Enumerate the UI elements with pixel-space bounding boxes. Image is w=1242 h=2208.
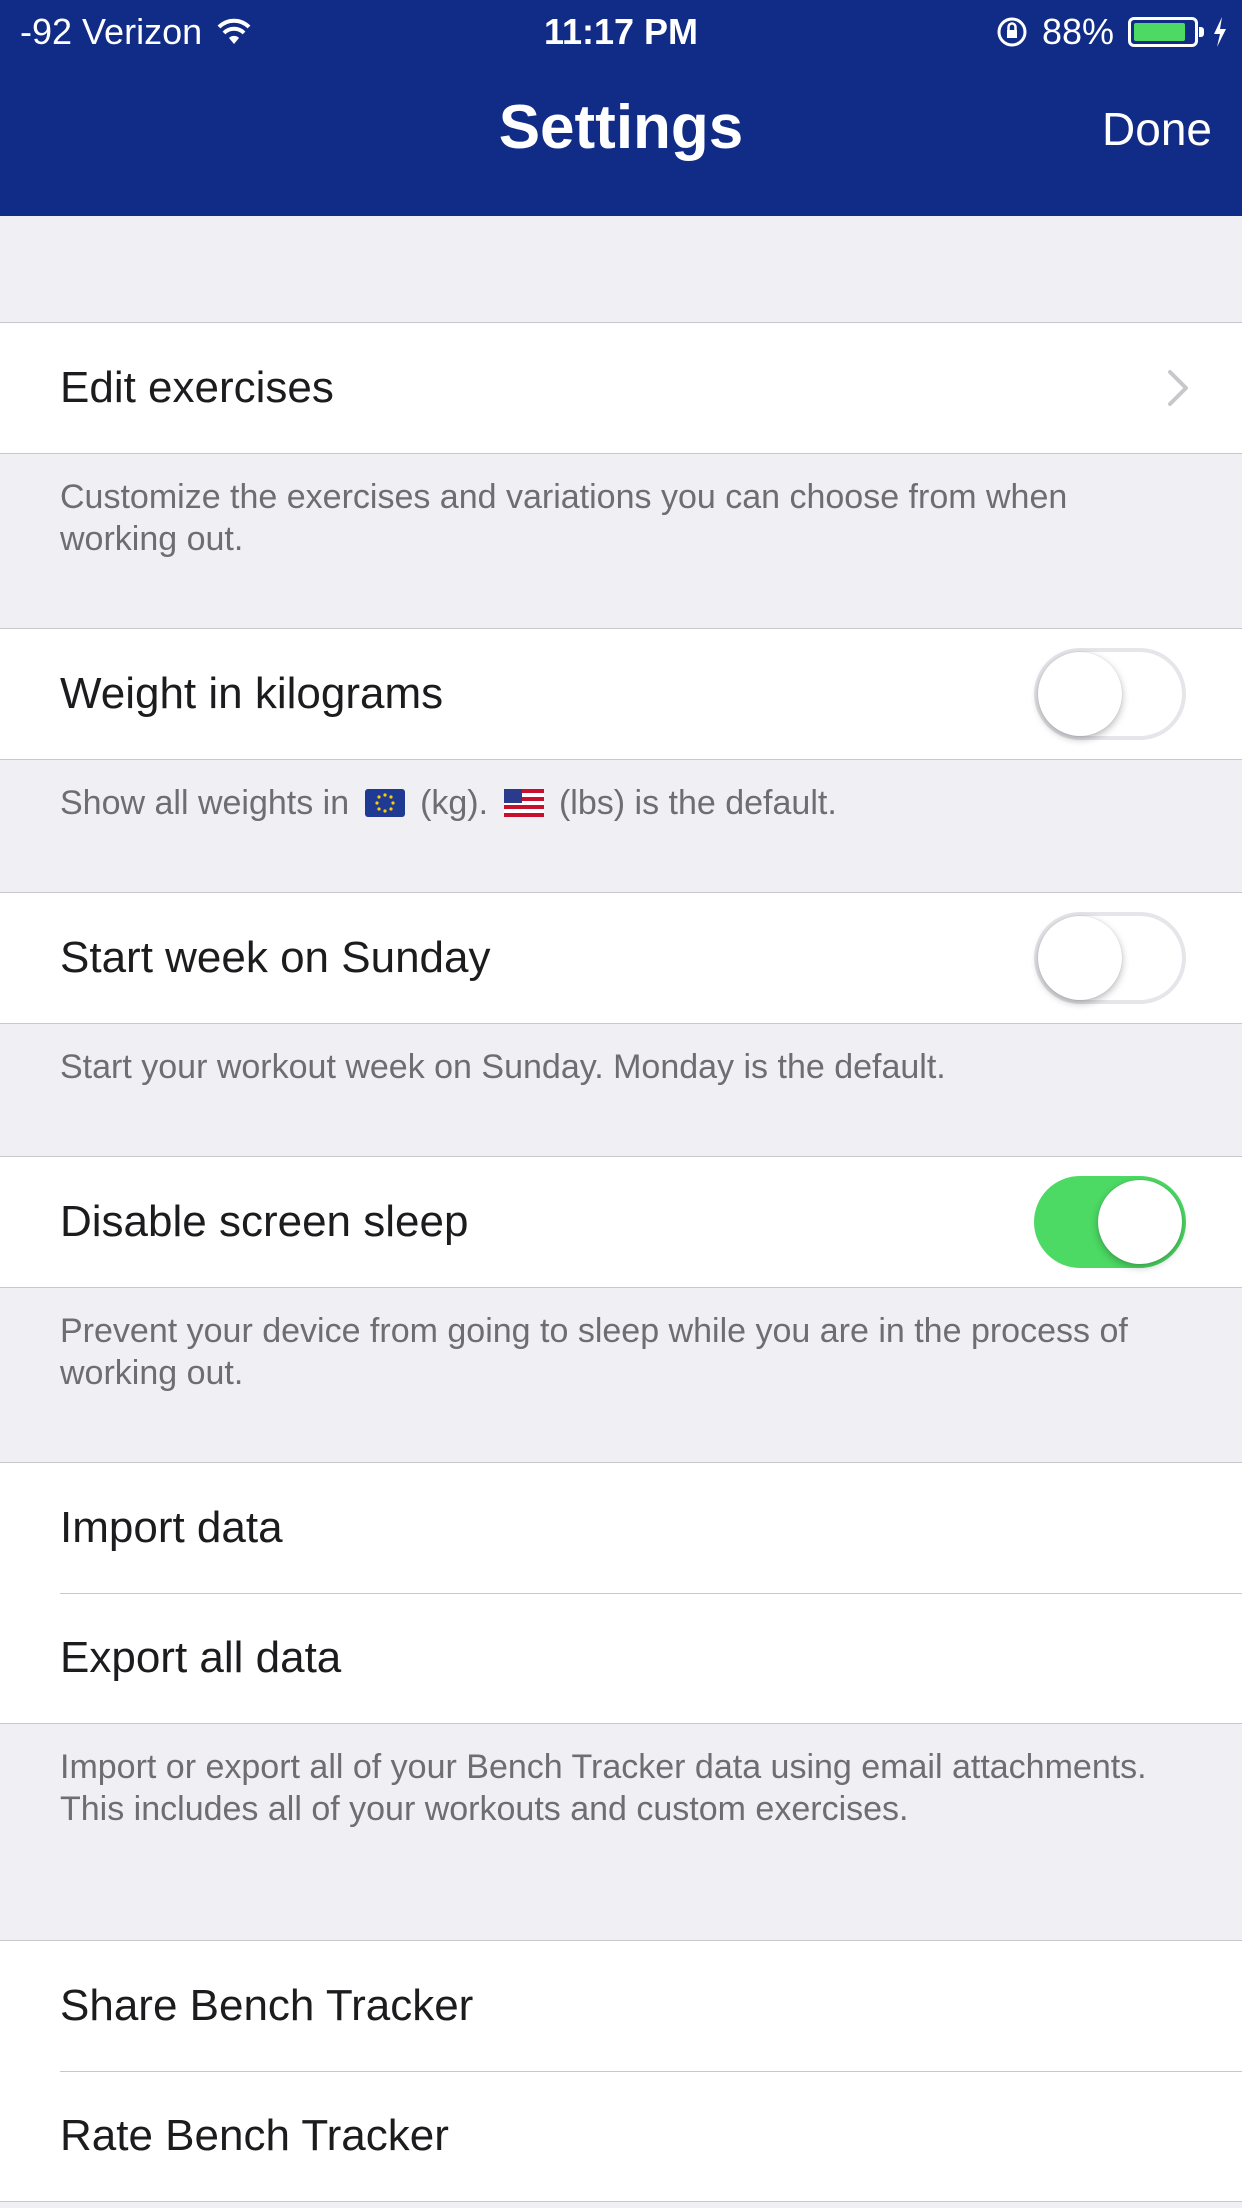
- us-flag-icon: [503, 789, 544, 817]
- battery-icon: [1128, 17, 1204, 47]
- weight-kg-label: Weight in kilograms: [60, 669, 444, 718]
- group-weight: Weight in kilograms: [0, 628, 1242, 760]
- export-data-row[interactable]: Export all data: [0, 1593, 1242, 1723]
- edit-exercises-label: Edit exercises: [60, 363, 334, 412]
- toggle-knob: [1098, 1180, 1182, 1264]
- group-start-week: Start week on Sunday: [0, 892, 1242, 1024]
- status-right: 88%: [996, 11, 1228, 53]
- start-week-toggle[interactable]: [1034, 912, 1186, 1004]
- weight-footer-mid: (kg).: [420, 784, 489, 822]
- share-row[interactable]: Share Bench Tracker: [0, 1941, 1242, 2071]
- data-footer: Import or export all of your Bench Track…: [60, 1748, 1147, 1828]
- rate-label: Rate Bench Tracker: [60, 2111, 449, 2160]
- screen-sleep-row: Disable screen sleep: [0, 1157, 1242, 1287]
- top-spacer: [0, 216, 1242, 322]
- weight-footer-prefix: Show all weights in: [60, 784, 350, 822]
- group-share: Share Bench Tracker Rate Bench Tracker: [0, 1940, 1242, 2202]
- weight-footer-suffix: (lbs) is the default.: [558, 784, 837, 822]
- orientation-lock-icon: [997, 17, 1027, 47]
- toggle-knob: [1038, 916, 1122, 1000]
- screen-sleep-footer: Prevent your device from going to sleep …: [60, 1312, 1128, 1392]
- screen-sleep-label: Disable screen sleep: [60, 1197, 469, 1246]
- done-button[interactable]: Done: [1102, 102, 1212, 156]
- weight-kg-row: Weight in kilograms: [0, 629, 1242, 759]
- group-data: Import data Export all data: [0, 1462, 1242, 1724]
- edit-exercises-row[interactable]: Edit exercises: [0, 323, 1242, 453]
- start-week-label: Start week on Sunday: [60, 933, 491, 982]
- weight-footer: Show all weights in (kg). (lbs) is the d…: [0, 760, 1242, 892]
- start-week-footer: Start your workout week on Sunday. Monda…: [60, 1048, 946, 1086]
- charging-bolt-icon: [1214, 17, 1226, 47]
- rate-row[interactable]: Rate Bench Tracker: [0, 2071, 1242, 2201]
- toggle-knob: [1038, 652, 1122, 736]
- edit-exercises-footer: Customize the exercises and variations y…: [60, 478, 1068, 558]
- share-label: Share Bench Tracker: [60, 1981, 474, 2030]
- export-data-label: Export all data: [60, 1633, 342, 1682]
- import-data-label: Import data: [60, 1503, 283, 1552]
- status-bar: -92 Verizon 11:17 PM 88%: [0, 0, 1242, 62]
- start-week-row: Start week on Sunday: [0, 893, 1242, 1023]
- battery-percent: 88%: [1041, 11, 1114, 52]
- settings-list: Edit exercises Customize the exercises a…: [0, 216, 1242, 2202]
- weight-kg-toggle[interactable]: [1034, 648, 1186, 740]
- page-title: Settings: [498, 93, 744, 162]
- group-edit-exercises: Edit exercises: [0, 322, 1242, 454]
- import-data-row[interactable]: Import data: [0, 1463, 1242, 1593]
- navigation-bar: -92 Verizon 11:17 PM 88% Settings Done: [0, 0, 1242, 216]
- chevron-right-icon: [1168, 370, 1188, 406]
- eu-flag-icon: [364, 789, 405, 817]
- group-screen-sleep: Disable screen sleep: [0, 1156, 1242, 1288]
- screen-sleep-toggle[interactable]: [1034, 1176, 1186, 1268]
- battery-fill: [1134, 23, 1186, 41]
